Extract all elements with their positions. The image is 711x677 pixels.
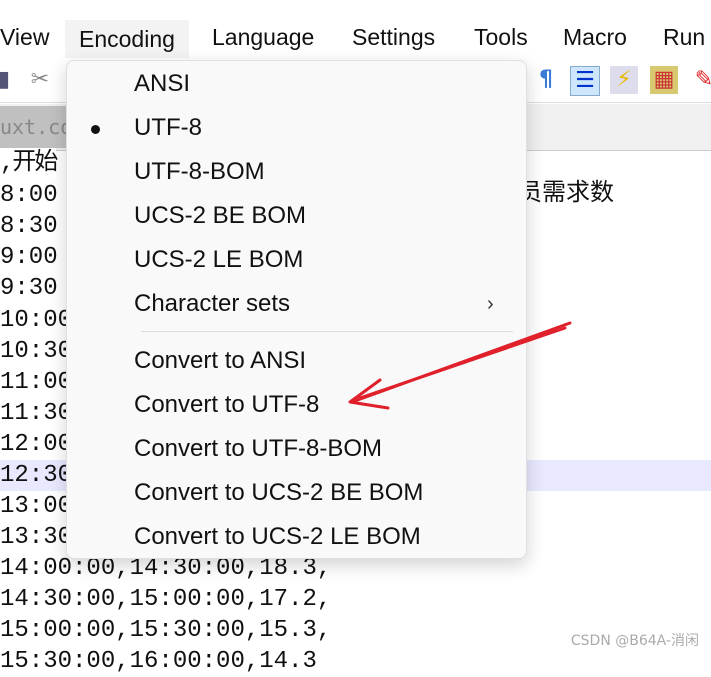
annotation-arrow-icon	[348, 321, 572, 410]
line-text-header-left: ,开始	[0, 148, 58, 179]
